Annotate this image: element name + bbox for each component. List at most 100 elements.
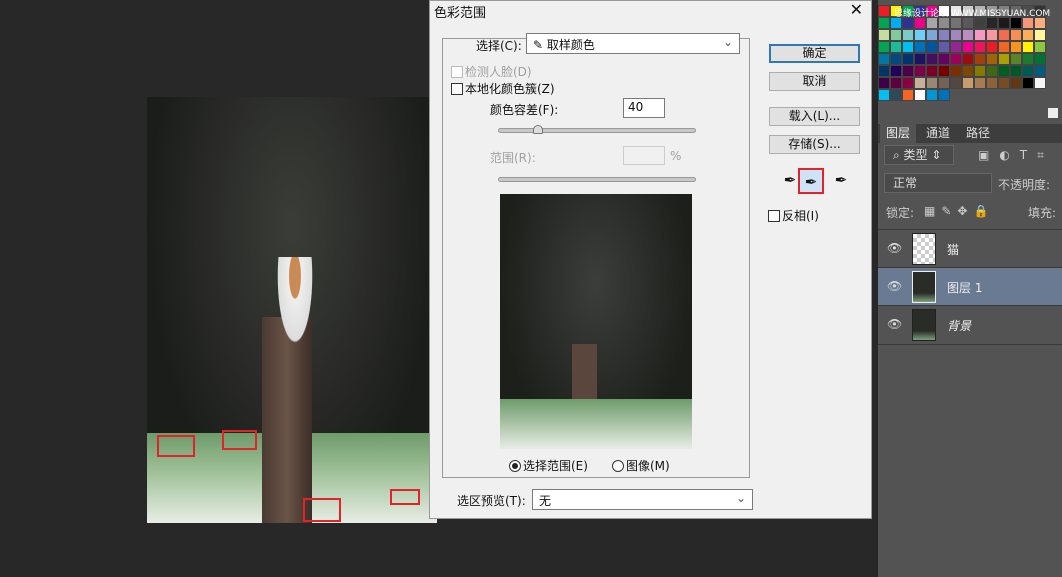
color-swatch[interactable] bbox=[938, 65, 950, 77]
eyedropper-minus-icon[interactable]: ✒ bbox=[828, 168, 854, 194]
color-swatch[interactable] bbox=[998, 53, 1010, 65]
color-swatch[interactable] bbox=[926, 29, 938, 41]
color-swatch[interactable] bbox=[1034, 77, 1046, 89]
color-swatch[interactable] bbox=[974, 53, 986, 65]
color-swatch[interactable] bbox=[986, 65, 998, 77]
color-swatch[interactable] bbox=[902, 77, 914, 89]
color-swatch[interactable] bbox=[926, 77, 938, 89]
color-swatch[interactable] bbox=[1010, 29, 1022, 41]
color-swatch[interactable] bbox=[998, 29, 1010, 41]
cancel-button[interactable]: 取消 bbox=[769, 72, 860, 91]
color-swatch[interactable] bbox=[974, 29, 986, 41]
color-swatch[interactable] bbox=[950, 41, 962, 53]
canvas-image[interactable] bbox=[147, 97, 437, 523]
color-swatch[interactable] bbox=[878, 29, 890, 41]
color-swatch[interactable] bbox=[974, 41, 986, 53]
color-swatch[interactable] bbox=[1022, 65, 1034, 77]
eye-icon[interactable]: 👁 bbox=[887, 279, 902, 293]
color-swatch[interactable] bbox=[878, 17, 890, 29]
color-swatch[interactable] bbox=[926, 89, 938, 101]
color-swatch[interactable] bbox=[890, 29, 902, 41]
color-swatch[interactable] bbox=[902, 65, 914, 77]
color-swatch[interactable] bbox=[914, 77, 926, 89]
color-swatch[interactable] bbox=[986, 41, 998, 53]
color-swatch[interactable] bbox=[1022, 53, 1034, 65]
color-swatch[interactable] bbox=[878, 41, 890, 53]
color-swatch[interactable] bbox=[914, 65, 926, 77]
color-swatch[interactable] bbox=[938, 89, 950, 101]
color-swatch[interactable] bbox=[986, 77, 998, 89]
layer-row[interactable]: 👁 背景 bbox=[878, 305, 1062, 343]
invert-checkbox[interactable]: 反相(I) bbox=[768, 207, 819, 224]
selection-preview-dropdown[interactable]: 无 ⌄ bbox=[532, 489, 753, 510]
color-swatch[interactable] bbox=[938, 29, 950, 41]
color-swatch[interactable] bbox=[950, 65, 962, 77]
color-swatch[interactable] bbox=[1010, 53, 1022, 65]
color-swatch[interactable] bbox=[890, 53, 902, 65]
fuzziness-slider[interactable] bbox=[498, 128, 696, 133]
save-button[interactable]: 存储(S)... bbox=[769, 135, 860, 154]
color-swatch[interactable] bbox=[974, 77, 986, 89]
color-swatch[interactable] bbox=[926, 65, 938, 77]
close-icon[interactable]: ✕ bbox=[850, 0, 863, 19]
color-swatch[interactable] bbox=[938, 41, 950, 53]
fuzziness-slider-thumb[interactable] bbox=[532, 125, 543, 134]
color-swatch[interactable] bbox=[878, 53, 890, 65]
color-swatch[interactable] bbox=[914, 29, 926, 41]
tab-channels[interactable]: 通道 bbox=[920, 124, 956, 143]
color-swatch[interactable] bbox=[1034, 41, 1046, 53]
color-swatch[interactable] bbox=[914, 41, 926, 53]
color-swatch[interactable] bbox=[1022, 29, 1034, 41]
blend-mode-dropdown[interactable]: 正常 bbox=[884, 173, 992, 193]
color-swatch[interactable] bbox=[962, 29, 974, 41]
color-swatch[interactable] bbox=[974, 65, 986, 77]
eyedropper-plus-icon[interactable]: ✒ bbox=[798, 168, 824, 194]
color-swatch[interactable] bbox=[890, 77, 902, 89]
color-swatch[interactable] bbox=[926, 41, 938, 53]
eye-icon[interactable]: 👁 bbox=[887, 241, 902, 255]
color-swatch[interactable] bbox=[998, 41, 1010, 53]
color-swatch[interactable] bbox=[890, 65, 902, 77]
load-button[interactable]: 载入(L)... bbox=[769, 107, 860, 126]
color-swatch[interactable] bbox=[962, 77, 974, 89]
color-swatch[interactable] bbox=[914, 53, 926, 65]
color-swatch[interactable] bbox=[890, 89, 902, 101]
color-swatch[interactable] bbox=[878, 89, 890, 101]
color-swatch[interactable] bbox=[878, 77, 890, 89]
layer-row[interactable]: 👁 图层 1 bbox=[878, 267, 1062, 305]
color-swatch[interactable] bbox=[902, 53, 914, 65]
color-swatch[interactable] bbox=[950, 29, 962, 41]
color-swatch[interactable] bbox=[1034, 65, 1046, 77]
color-swatch[interactable] bbox=[1010, 41, 1022, 53]
color-swatch[interactable] bbox=[914, 89, 926, 101]
color-swatch[interactable] bbox=[902, 29, 914, 41]
panel-menu-icon[interactable] bbox=[1048, 108, 1058, 118]
color-swatch[interactable] bbox=[926, 53, 938, 65]
lock-icons[interactable]: ▦✎✥🔒 bbox=[924, 204, 994, 218]
selection-preview[interactable] bbox=[500, 194, 692, 449]
color-swatch[interactable] bbox=[1010, 65, 1022, 77]
color-swatch[interactable] bbox=[1022, 41, 1034, 53]
color-swatch[interactable] bbox=[1034, 29, 1046, 41]
tab-paths[interactable]: 路径 bbox=[960, 124, 996, 143]
fuzziness-input[interactable]: 40 bbox=[623, 98, 665, 118]
color-swatch[interactable] bbox=[962, 53, 974, 65]
color-swatch[interactable] bbox=[998, 65, 1010, 77]
color-swatch[interactable] bbox=[962, 41, 974, 53]
color-swatch[interactable] bbox=[890, 41, 902, 53]
color-swatch[interactable] bbox=[878, 65, 890, 77]
color-swatch[interactable] bbox=[1034, 53, 1046, 65]
select-dropdown[interactable]: ✎ 取样颜色 ⌄ bbox=[526, 33, 740, 54]
color-swatch[interactable] bbox=[950, 77, 962, 89]
color-swatch[interactable] bbox=[986, 53, 998, 65]
color-swatch[interactable] bbox=[962, 65, 974, 77]
color-swatch[interactable] bbox=[1010, 77, 1022, 89]
color-swatch[interactable] bbox=[878, 5, 890, 17]
color-swatch[interactable] bbox=[902, 41, 914, 53]
radio-selection[interactable]: 选择范围(E) bbox=[509, 457, 588, 474]
layer-filter-dropdown[interactable]: ⌕ 类型 ⇕ bbox=[884, 145, 954, 165]
tab-layers[interactable]: 图层 bbox=[880, 124, 917, 143]
color-swatch[interactable] bbox=[938, 53, 950, 65]
radio-image[interactable]: 图像(M) bbox=[612, 457, 670, 474]
color-swatch[interactable] bbox=[986, 29, 998, 41]
